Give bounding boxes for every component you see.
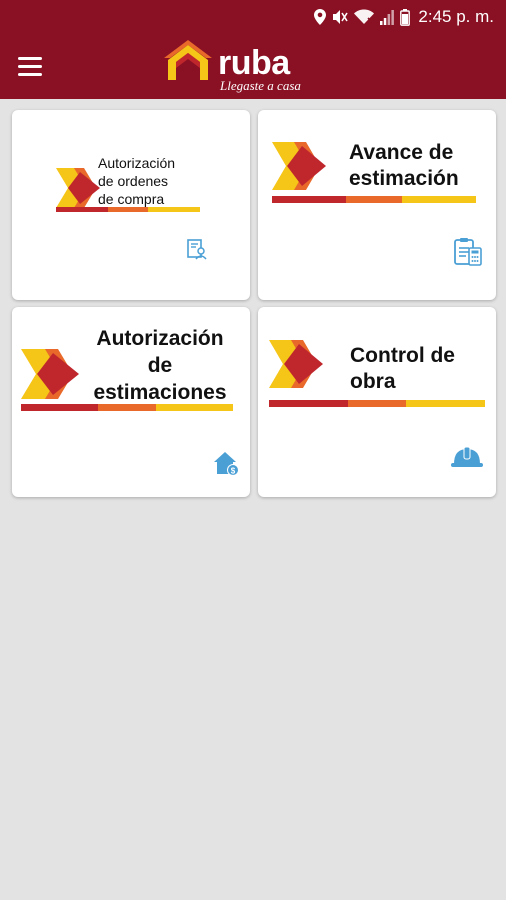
- stripe-divider: [56, 207, 200, 212]
- mute-icon: [333, 10, 349, 24]
- house-money-icon: $: [214, 452, 239, 476]
- chevron-logo-icon: [269, 340, 323, 388]
- stripe-divider: [269, 400, 485, 407]
- status-icons: 2:45 p. m.: [314, 6, 494, 28]
- status-time: 2:45 p. m.: [418, 7, 494, 26]
- card-title: Control de obra: [350, 344, 455, 393]
- battery-icon: [400, 8, 411, 26]
- status-bar: 2:45 p. m.: [0, 0, 506, 33]
- location-icon: [314, 9, 327, 25]
- stripe-divider: [272, 196, 477, 203]
- card-title: Autorización de estimaciones: [93, 327, 227, 404]
- svg-text:$: $: [231, 467, 236, 476]
- document-user-icon: [187, 239, 207, 260]
- chevron-logo-icon: [56, 168, 100, 208]
- hamburger-menu-icon[interactable]: [18, 50, 52, 82]
- signal-icon: [380, 10, 395, 25]
- chevron-logo-icon: [21, 349, 79, 399]
- chevron-logo-icon: [272, 142, 326, 190]
- stripe-divider: [21, 404, 233, 411]
- card-avance-estimacion[interactable]: Avance de estimación: [258, 110, 496, 300]
- app-bar: ruba Llegaste a casa: [0, 33, 506, 99]
- clipboard-calculator-icon: [454, 238, 482, 266]
- card-title: Avance de estimación: [349, 141, 459, 190]
- logo-tagline: Llegaste a casa: [220, 78, 301, 93]
- logo: ruba Llegaste a casa: [162, 36, 312, 96]
- card-autorizacion-ordenes-compra[interactable]: Autorización de ordenes de compra: [12, 110, 250, 300]
- card-control-obra[interactable]: Control de obra: [258, 307, 496, 497]
- wifi-icon: [354, 9, 375, 24]
- house-logo-icon: [164, 40, 212, 80]
- card-title: Autorización de ordenes de compra: [98, 155, 176, 207]
- hard-hat-icon: [451, 446, 483, 467]
- card-autorizacion-estimaciones[interactable]: Autorización de estimaciones $: [12, 307, 250, 497]
